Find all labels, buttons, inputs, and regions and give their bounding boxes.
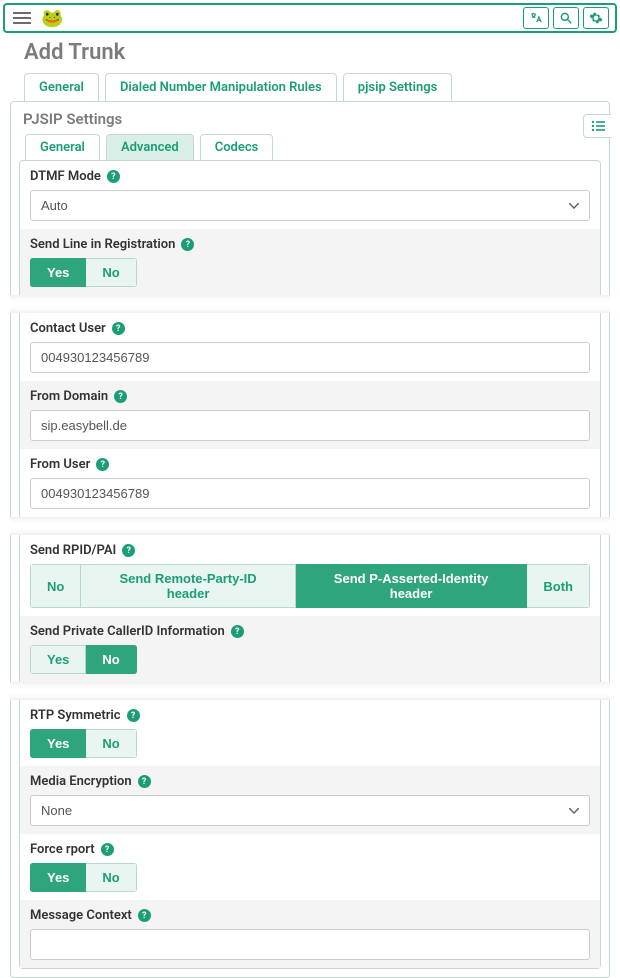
rtp-sym-toggle: Yes No — [30, 729, 137, 758]
tab-general[interactable]: General — [24, 73, 99, 101]
from-user-label: From User — [30, 457, 90, 472]
rtp-sym-label: RTP Symmetric — [30, 708, 121, 723]
subtab-general[interactable]: General — [25, 134, 100, 160]
field-force-rport: Force rport ? Yes No — [20, 834, 600, 900]
help-icon[interactable]: ? — [138, 909, 151, 922]
help-icon[interactable]: ? — [138, 775, 151, 788]
force-rport-yes[interactable]: Yes — [30, 863, 86, 892]
field-contact-user: Contact User ? — [20, 313, 600, 381]
field-media-encryption: Media Encryption ? None — [20, 766, 600, 834]
help-icon[interactable]: ? — [127, 709, 140, 722]
section-gap — [10, 682, 610, 700]
help-icon[interactable]: ? — [107, 170, 120, 183]
media-enc-select[interactable]: None — [30, 795, 590, 826]
subtab-advanced[interactable]: Advanced — [106, 134, 194, 160]
rpid-pai[interactable]: Send P-Asserted-Identity header — [296, 564, 528, 608]
send-line-label: Send Line in Registration — [30, 237, 175, 252]
private-cid-no[interactable]: No — [86, 645, 136, 674]
translate-icon — [529, 11, 543, 25]
field-dtmf-mode: DTMF Mode ? Auto — [20, 161, 600, 229]
send-line-toggle: Yes No — [30, 258, 137, 287]
from-domain-input[interactable] — [30, 410, 590, 441]
media-enc-label: Media Encryption — [30, 774, 132, 789]
settings-button[interactable] — [583, 7, 609, 29]
search-icon — [559, 11, 573, 25]
rpid-no[interactable]: No — [30, 564, 81, 608]
help-icon[interactable]: ? — [114, 390, 127, 403]
menu-icon[interactable] — [11, 10, 33, 26]
help-icon[interactable]: ? — [122, 544, 135, 557]
field-from-domain: From Domain ? — [20, 381, 600, 449]
force-rport-no[interactable]: No — [86, 863, 136, 892]
rpid-label: Send RPID/PAI — [30, 543, 116, 558]
field-from-user: From User ? — [20, 449, 600, 517]
msg-ctx-input[interactable] — [30, 929, 590, 960]
help-icon[interactable]: ? — [231, 625, 244, 638]
advanced-panel: DTMF Mode ? Auto Send Line in Registrati… — [19, 160, 601, 969]
list-toggle-button[interactable] — [583, 114, 611, 138]
field-send-line: Send Line in Registration ? Yes No — [20, 229, 600, 295]
translate-button[interactable] — [523, 7, 549, 29]
private-cid-toggle: Yes No — [30, 645, 137, 674]
rpid-both[interactable]: Both — [527, 564, 590, 608]
list-icon — [591, 120, 605, 132]
section-gap — [10, 517, 610, 535]
top-bar-right — [523, 7, 609, 29]
rpid-remote[interactable]: Send Remote-Party-ID header — [81, 564, 295, 608]
help-icon[interactable]: ? — [181, 238, 194, 251]
dtmf-select[interactable]: Auto — [30, 190, 590, 221]
subtab-codecs[interactable]: Codecs — [200, 134, 274, 160]
send-line-yes[interactable]: Yes — [30, 258, 86, 287]
sub-tabs: General Advanced Codecs — [11, 134, 609, 160]
send-line-no[interactable]: No — [86, 258, 136, 287]
search-button[interactable] — [553, 7, 579, 29]
field-rpid: Send RPID/PAI ? No Send Remote-Party-ID … — [20, 535, 600, 616]
private-cid-yes[interactable]: Yes — [30, 645, 86, 674]
top-bar: 🐸 — [3, 3, 617, 33]
from-user-input[interactable] — [30, 478, 590, 509]
rtp-sym-no[interactable]: No — [86, 729, 136, 758]
force-rport-toggle: Yes No — [30, 863, 137, 892]
msg-ctx-label: Message Context — [30, 908, 132, 923]
main-tabs: General Dialed Number Manipulation Rules… — [0, 73, 620, 101]
field-rtp-symmetric: RTP Symmetric ? Yes No — [20, 700, 600, 766]
help-icon[interactable]: ? — [96, 458, 109, 471]
pjsip-panel: PJSIP Settings General Advanced Codecs D… — [10, 101, 610, 978]
field-private-cid: Send Private CallerID Information ? Yes … — [20, 616, 600, 682]
from-domain-label: From Domain — [30, 389, 108, 404]
field-message-context: Message Context ? — [20, 900, 600, 968]
contact-user-label: Contact User — [30, 321, 106, 336]
panel-title: PJSIP Settings — [11, 102, 609, 134]
force-rport-label: Force rport — [30, 842, 95, 857]
gear-icon — [589, 11, 603, 25]
tab-dialed-rules[interactable]: Dialed Number Manipulation Rules — [105, 73, 337, 101]
section-gap — [10, 295, 610, 313]
app-logo: 🐸 — [41, 8, 63, 29]
rtp-sym-yes[interactable]: Yes — [30, 729, 86, 758]
rpid-toggle: No Send Remote-Party-ID header Send P-As… — [30, 564, 590, 608]
contact-user-input[interactable] — [30, 342, 590, 373]
page-title: Add Trunk — [0, 36, 620, 73]
help-icon[interactable]: ? — [112, 322, 125, 335]
dtmf-label: DTMF Mode — [30, 169, 101, 184]
top-bar-left: 🐸 — [11, 8, 63, 29]
tab-pjsip-settings[interactable]: pjsip Settings — [343, 73, 453, 101]
help-icon[interactable]: ? — [101, 843, 114, 856]
private-cid-label: Send Private CallerID Information — [30, 624, 225, 639]
